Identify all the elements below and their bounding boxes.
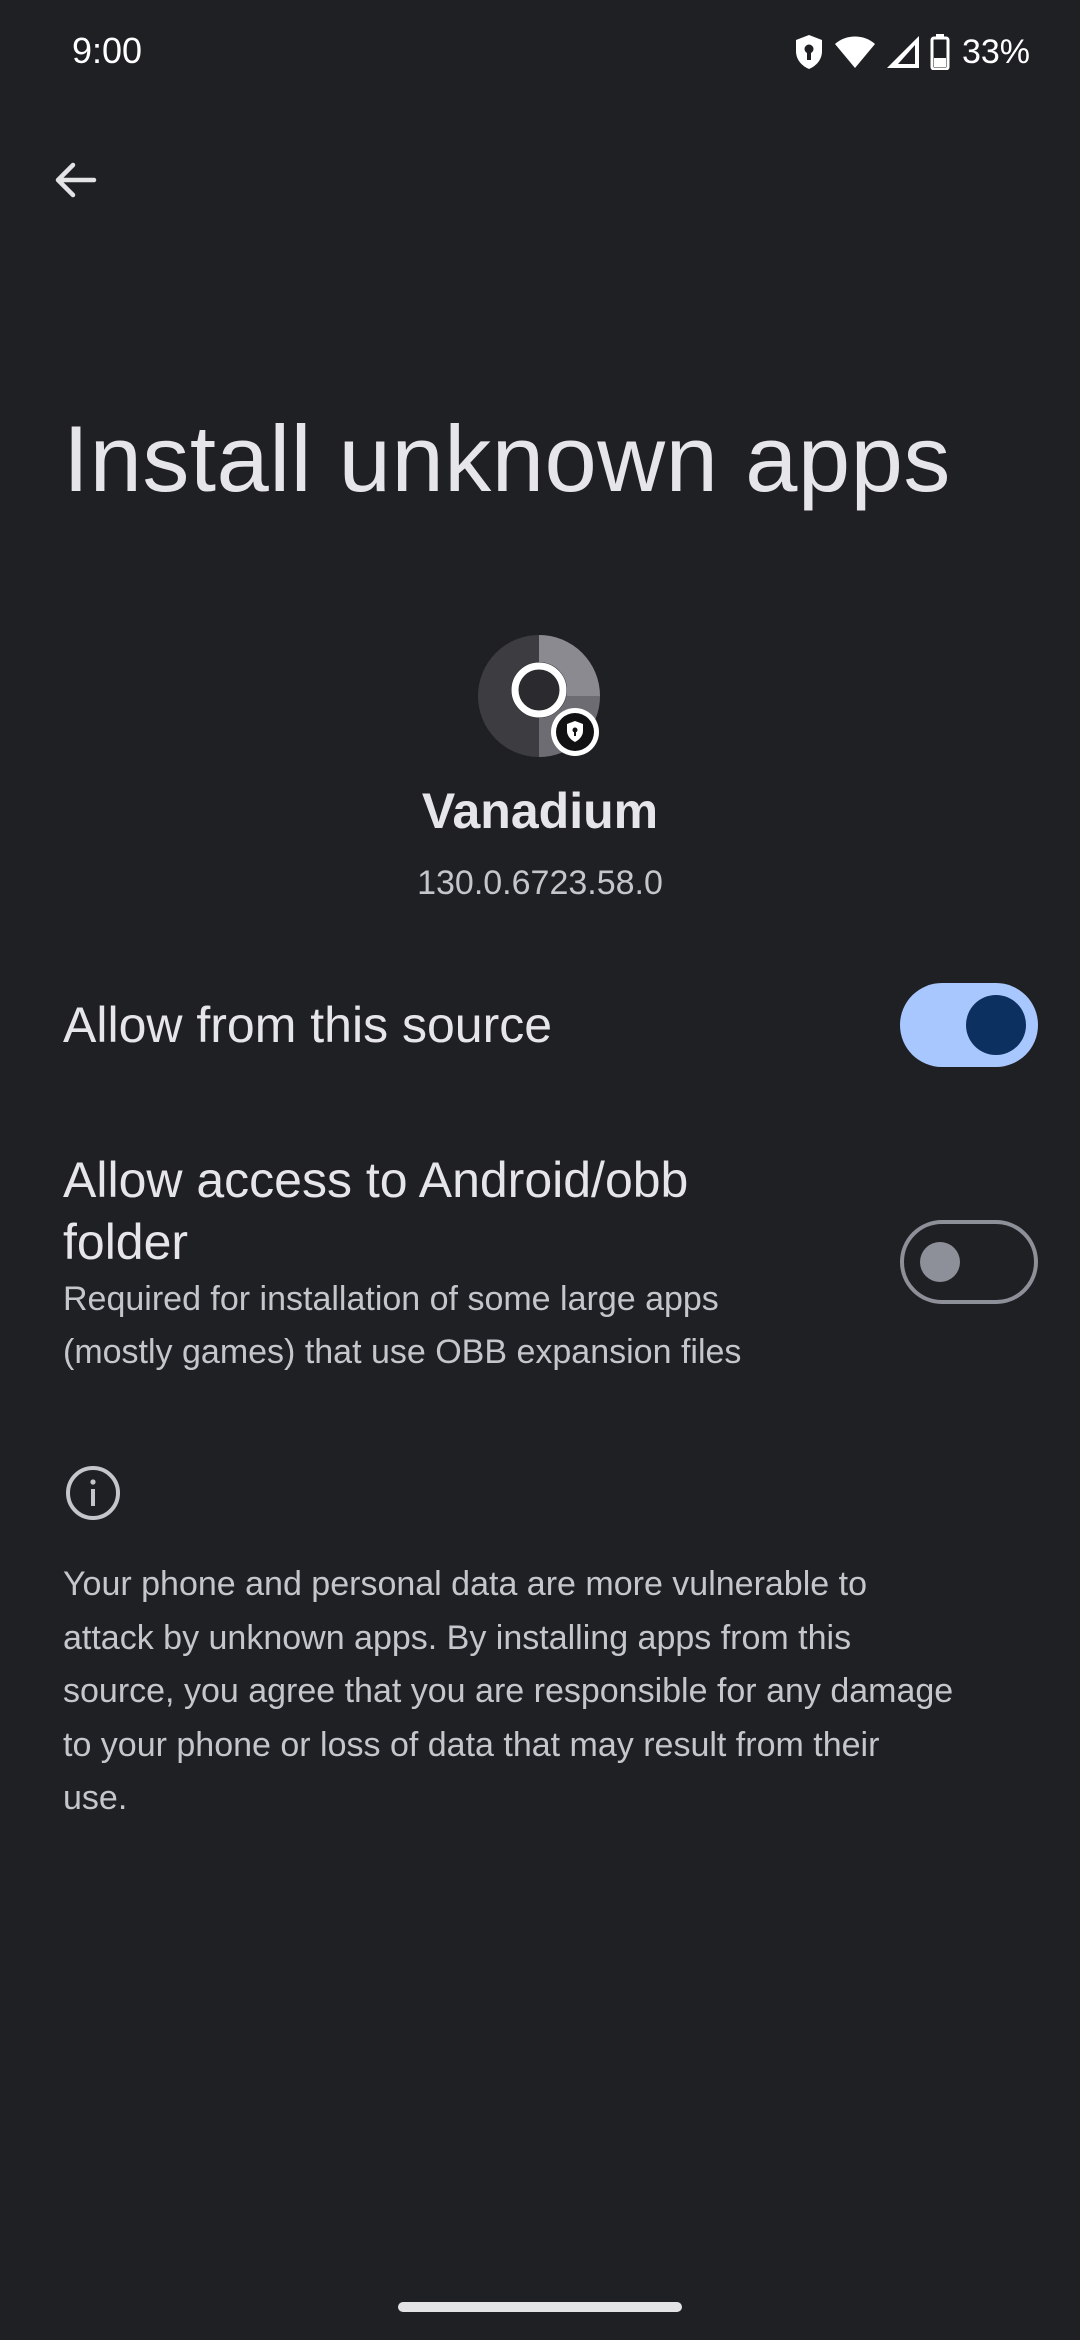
obb-access-summary-line2: (mostly games) that use OBB expansion fi… bbox=[63, 1333, 742, 1371]
warning-line: use. bbox=[63, 1779, 128, 1817]
warning-line: to your phone or loss of data that may r… bbox=[63, 1725, 880, 1764]
info-icon bbox=[63, 1463, 123, 1523]
switch-thumb bbox=[920, 1242, 960, 1282]
switch-thumb bbox=[966, 995, 1026, 1055]
app-name: Vanadium bbox=[421, 783, 659, 839]
allow-from-source-switch[interactable] bbox=[900, 983, 1038, 1067]
vpn-shield-icon bbox=[795, 35, 822, 69]
warning-line: Your phone and personal data are more vu… bbox=[63, 1565, 867, 1603]
allow-from-source-row[interactable]: Allow from this source bbox=[0, 965, 1080, 1085]
wifi-icon bbox=[834, 36, 875, 68]
vanadium-app-icon bbox=[478, 635, 604, 761]
gesture-nav-handle[interactable] bbox=[398, 2302, 682, 2312]
status-time: 9:00 bbox=[72, 30, 143, 71]
battery-percent: 33% bbox=[961, 32, 1030, 71]
obb-access-summary-line1: Required for installation of some large … bbox=[63, 1280, 719, 1318]
back-button[interactable] bbox=[40, 145, 110, 215]
warning-line: attack by unknown apps. By installing ap… bbox=[63, 1618, 852, 1657]
obb-access-title-line2: folder bbox=[63, 1214, 189, 1270]
battery-icon bbox=[930, 34, 950, 70]
status-icons: 33% bbox=[794, 28, 1030, 76]
obb-access-switch[interactable] bbox=[900, 1220, 1038, 1304]
obb-access-title-line1: Allow access to Android/obb bbox=[63, 1152, 689, 1208]
obb-access-row[interactable]: Allow access to Android/obb folder Requi… bbox=[0, 1140, 1080, 1390]
arrow-back-icon bbox=[55, 162, 97, 198]
app-version: 130.0.6723.58.0 bbox=[417, 864, 663, 902]
cell-signal-icon bbox=[886, 36, 919, 68]
allow-from-source-title: Allow from this source bbox=[63, 997, 553, 1053]
status-bar: 9:00 33% bbox=[0, 0, 1080, 110]
warning-line: source, you agree that you are responsib… bbox=[63, 1672, 954, 1710]
warning-text: Your phone and personal data are more vu… bbox=[63, 1558, 1043, 1826]
page-title: Install unknown apps bbox=[63, 406, 951, 511]
